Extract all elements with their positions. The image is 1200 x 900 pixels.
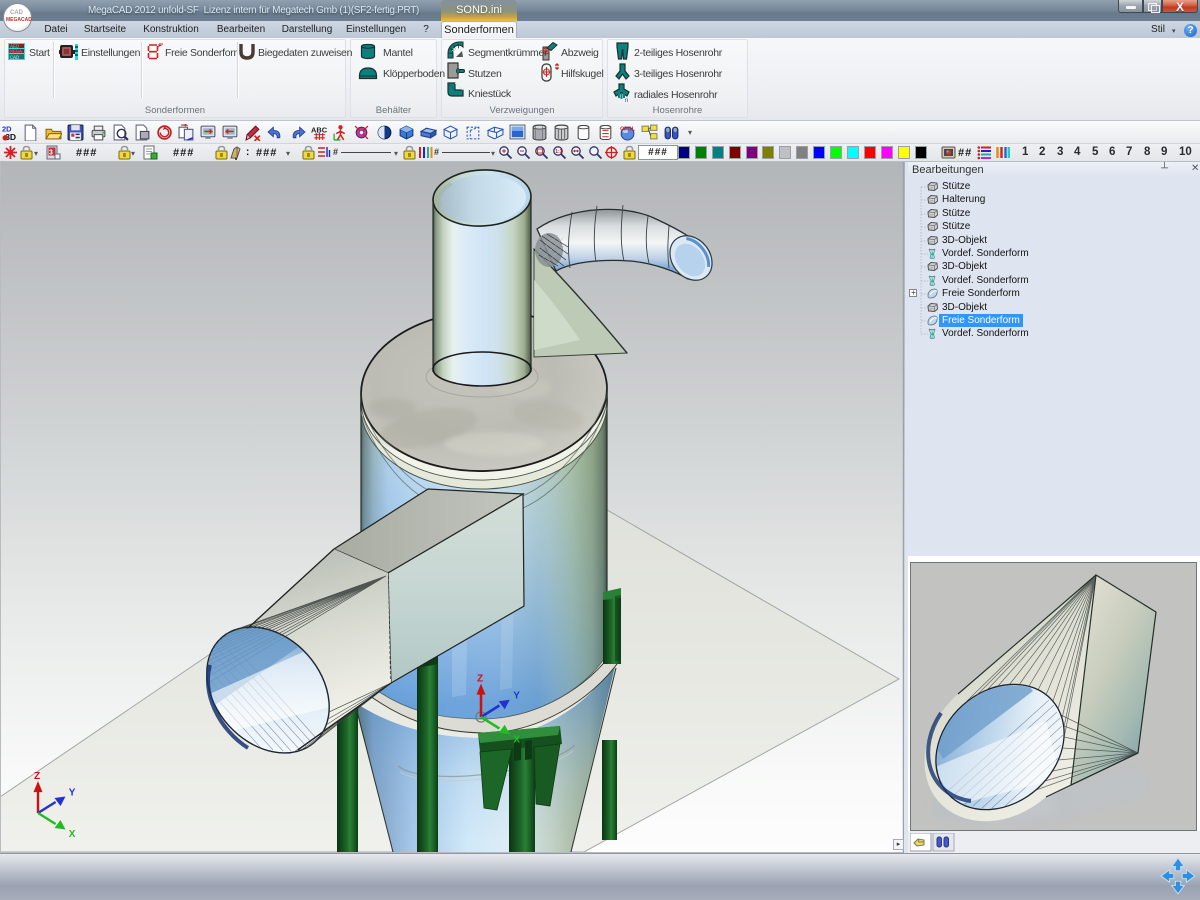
svg-text:Z: Z <box>477 673 483 684</box>
svg-text:1:1: 1:1 <box>555 149 562 155</box>
svg-text:X: X <box>69 829 76 840</box>
svg-text:Z: Z <box>34 771 40 782</box>
svg-text:OPGL: OPGL <box>620 126 636 132</box>
svg-text:CAD: CAD <box>10 55 19 61</box>
svg-text:n: n <box>625 98 628 103</box>
svg-text:Y: Y <box>69 787 76 798</box>
svg-text:3: 3 <box>49 150 53 157</box>
svg-text:Y: Y <box>513 691 520 702</box>
svg-text:X: X <box>513 734 520 745</box>
